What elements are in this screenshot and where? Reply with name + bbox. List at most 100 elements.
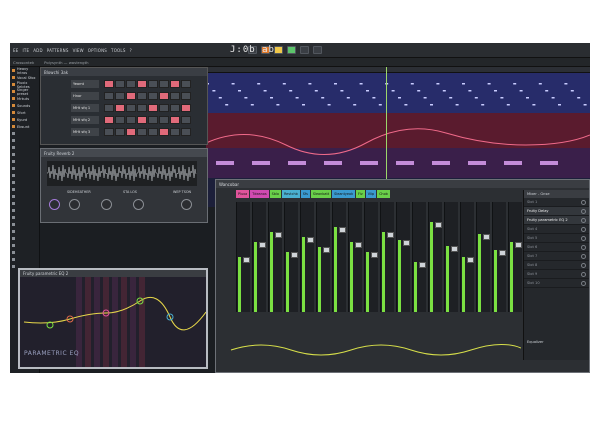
mixer-channel-strip[interactable] <box>460 202 474 312</box>
channel-row[interactable]: Yeamt <box>71 80 191 88</box>
reverb-knob-3[interactable] <box>101 199 112 210</box>
mixer-track-tab[interactable]: Sleantyeok <box>332 190 356 198</box>
tempo-display[interactable]: J:0b ab <box>230 45 275 55</box>
insert-slot[interactable]: Slot 10 <box>524 279 589 288</box>
menu-item[interactable]: ADD <box>33 48 43 53</box>
mixer-channel-strip[interactable] <box>444 202 458 312</box>
step-button[interactable] <box>137 128 147 136</box>
mixer-channel-strip[interactable] <box>428 202 442 312</box>
volume-fader[interactable] <box>451 246 458 252</box>
step-button[interactable] <box>181 128 191 136</box>
volume-fader[interactable] <box>483 234 490 240</box>
volume-fader[interactable] <box>387 232 394 238</box>
pattern-mode-button[interactable] <box>273 46 283 54</box>
browser-item[interactable] <box>10 207 39 214</box>
slot-enable-led[interactable] <box>581 200 586 205</box>
insert-slot[interactable]: Slot 4 <box>524 225 589 234</box>
step-button[interactable] <box>126 116 136 124</box>
channel-name-button[interactable]: Yeamt <box>71 80 99 88</box>
insert-slot[interactable]: Slot 5 <box>524 234 589 243</box>
step-button[interactable] <box>115 128 125 136</box>
browser-item[interactable] <box>10 144 39 151</box>
browser-item[interactable] <box>10 200 39 207</box>
insert-slot[interactable]: Fruity parametric EQ 2 <box>524 216 589 225</box>
volume-fader[interactable] <box>499 250 506 256</box>
menu-item[interactable]: EE <box>13 48 18 53</box>
step-button[interactable] <box>126 80 136 88</box>
mixer-channel-strip[interactable] <box>316 202 330 312</box>
step-button[interactable] <box>159 104 169 112</box>
step-button[interactable] <box>126 104 136 112</box>
browser-item[interactable] <box>10 172 39 179</box>
mixer-track-tab[interactable]: Pluxa <box>236 190 250 198</box>
mixer-channel-strip[interactable] <box>252 202 266 312</box>
reverb-knob-1[interactable] <box>49 199 60 210</box>
browser-item[interactable]: Sfort <box>10 109 39 116</box>
step-button[interactable] <box>104 80 114 88</box>
volume-fader[interactable] <box>467 257 474 263</box>
volume-fader[interactable] <box>419 262 426 268</box>
step-button[interactable] <box>170 92 180 100</box>
step-button[interactable] <box>170 128 180 136</box>
browser-item[interactable]: Sounds <box>10 102 39 109</box>
mixer-channel-strip[interactable] <box>508 202 522 312</box>
mixer-channel-strip[interactable] <box>300 202 314 312</box>
step-button[interactable] <box>170 80 180 88</box>
mixer-track-tab[interactable]: Chob <box>377 190 390 198</box>
step-button[interactable] <box>137 104 147 112</box>
channel-row[interactable]: Hnor <box>71 92 191 100</box>
step-button[interactable] <box>104 92 114 100</box>
step-button[interactable] <box>159 80 169 88</box>
menu-item[interactable]: ITE <box>22 48 29 53</box>
step-button[interactable] <box>104 128 114 136</box>
volume-fader[interactable] <box>403 240 410 246</box>
volume-fader[interactable] <box>243 257 250 263</box>
step-button[interactable] <box>148 92 158 100</box>
browser-item[interactable] <box>10 151 39 158</box>
channel-name-button[interactable]: Hnor <box>71 92 99 100</box>
mixer-track-tab[interactable]: Tdeanos <box>250 190 269 198</box>
step-button[interactable] <box>137 116 147 124</box>
volume-fader[interactable] <box>307 237 314 243</box>
channel-name-button[interactable]: MHt sfq 1 <box>71 104 99 112</box>
browser-item[interactable] <box>10 165 39 172</box>
step-button[interactable] <box>104 104 114 112</box>
mixer-channel-strip[interactable] <box>412 202 426 312</box>
insert-slot[interactable]: Slot 6 <box>524 243 589 252</box>
step-button[interactable] <box>115 92 125 100</box>
browser-item[interactable] <box>10 249 39 256</box>
browser-item[interactable] <box>10 256 39 263</box>
step-button[interactable] <box>148 116 158 124</box>
browser-item[interactable] <box>10 130 39 137</box>
browser-item[interactable] <box>10 186 39 193</box>
step-button[interactable] <box>148 104 158 112</box>
insert-slot[interactable]: Slot 8 <box>524 261 589 270</box>
step-button[interactable] <box>137 92 147 100</box>
volume-fader[interactable] <box>515 242 522 248</box>
mixer-channel-strip[interactable] <box>284 202 298 312</box>
step-button[interactable] <box>115 116 125 124</box>
volume-fader[interactable] <box>259 242 266 248</box>
mixer-channel-strip[interactable] <box>380 202 394 312</box>
slot-enable-led[interactable] <box>581 218 586 223</box>
step-button[interactable] <box>115 80 125 88</box>
mixer-track-tab[interactable]: Sfs <box>300 190 310 198</box>
step-button[interactable] <box>126 92 136 100</box>
step-button[interactable] <box>181 116 191 124</box>
menu-item[interactable]: OPTIONS <box>88 48 107 53</box>
mixer-track-tab[interactable]: Sblo <box>269 190 281 198</box>
step-button[interactable] <box>181 92 191 100</box>
step-button[interactable] <box>115 104 125 112</box>
volume-fader[interactable] <box>371 252 378 258</box>
mixer-channel-strip[interactable] <box>268 202 282 312</box>
mixer-channel-strip[interactable] <box>236 202 250 312</box>
browser-item[interactable]: Mrkuts <box>10 95 39 102</box>
slot-enable-led[interactable] <box>581 263 586 268</box>
step-button[interactable] <box>181 80 191 88</box>
mixer-channel-strip[interactable] <box>476 202 490 312</box>
channel-name-button[interactable]: MHt sfq 2 <box>71 116 99 124</box>
mixer-channel-strip[interactable] <box>396 202 410 312</box>
slot-enable-led[interactable] <box>581 245 586 250</box>
insert-slot[interactable]: Slot 9 <box>524 270 589 279</box>
reverb-knob-2[interactable] <box>69 199 80 210</box>
